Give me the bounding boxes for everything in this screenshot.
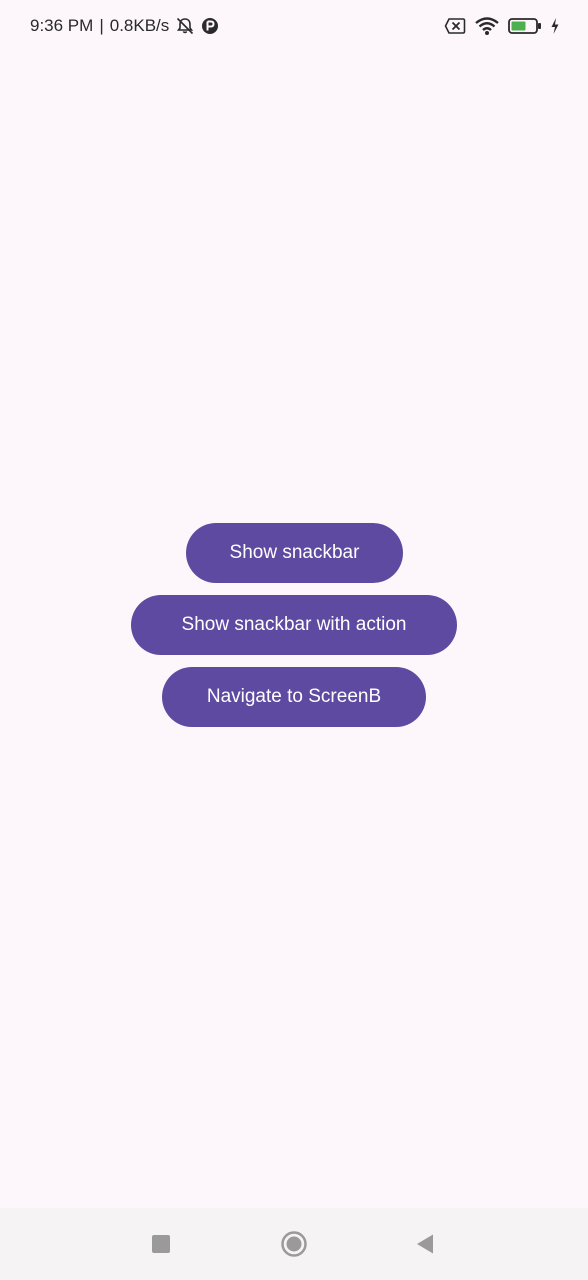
status-time: 9:36 PM <box>30 16 94 35</box>
status-right <box>444 16 560 36</box>
navigate-to-screenb-button[interactable]: Navigate to ScreenB <box>162 667 426 727</box>
app-notification-icon <box>201 17 219 35</box>
status-separator: | <box>99 16 104 35</box>
main-content: Show snackbar Show snackbar with action … <box>0 52 588 1208</box>
home-circle-icon[interactable] <box>272 1222 316 1266</box>
show-snackbar-with-action-button[interactable]: Show snackbar with action <box>131 595 457 655</box>
charging-icon <box>550 17 560 35</box>
status-bar: 9:36 PM | 0.8KB/s <box>0 0 588 52</box>
status-net-speed: 0.8KB/s <box>109 16 170 35</box>
wifi-icon <box>474 16 500 36</box>
bell-off-icon <box>175 16 195 36</box>
back-triangle-icon[interactable] <box>403 1222 447 1266</box>
recents-square-icon[interactable] <box>139 1222 183 1266</box>
status-left: 9:36 PM | 0.8KB/s <box>30 16 219 36</box>
battery-icon <box>508 17 542 35</box>
show-snackbar-button[interactable]: Show snackbar <box>186 523 403 583</box>
sim-off-icon <box>444 17 466 35</box>
navigation-bar <box>0 1208 588 1280</box>
